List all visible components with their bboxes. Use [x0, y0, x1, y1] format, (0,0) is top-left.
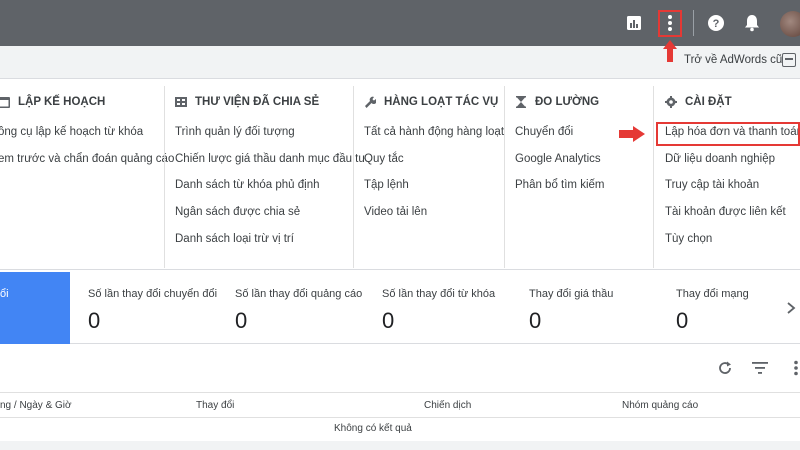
stat-label: Số lần thay đổi chuyển đổi [88, 288, 218, 300]
menu-item[interactable]: Tùy chọn [665, 233, 712, 245]
menu-item[interactable]: Dữ liệu doanh nghiệp [665, 153, 775, 165]
column-header: LẬP KẾ HOẠCH [0, 96, 105, 108]
stat-card-active[interactable]: ổi [0, 272, 70, 344]
stat-value: 0 [382, 308, 395, 333]
stat-value: 0 [529, 308, 542, 333]
highlight-box-more [658, 10, 682, 37]
wrench-icon [365, 96, 376, 108]
help-icon[interactable]: ? [704, 11, 728, 35]
hourglass-icon [516, 96, 526, 108]
menu-item[interactable]: Chuyển đổi [515, 126, 573, 138]
topbar-divider [693, 10, 694, 36]
svg-text:?: ? [713, 18, 720, 30]
highlight-box-billing [656, 122, 800, 146]
red-arrow-right-icon [619, 126, 645, 142]
table-toolbar [0, 345, 800, 391]
menu-item[interactable]: Phân bổ tìm kiếm [515, 179, 604, 191]
stat-label: Thay đổi giá thầu [529, 288, 614, 300]
tools-menu-panel: LẬP KẾ HOẠCH ông cụ lập kế hoạch từ khóa… [0, 80, 800, 270]
column-header: CÀI ĐẶT [665, 96, 732, 108]
column-title: THƯ VIỆN ĐÃ CHIA SẺ [195, 96, 320, 108]
calendar-icon [0, 97, 10, 108]
stat-label: Số lần thay đổi quảng cáo [235, 288, 363, 300]
column-header[interactable]: Nhóm quảng cáo [622, 400, 698, 411]
stat-label: Thay đổi mạng [676, 288, 749, 300]
menu-item[interactable]: em trước và chẩn đoán quảng cáo [0, 153, 174, 165]
page-footer-fill [0, 441, 800, 450]
menu-item[interactable]: Quy tắc [364, 153, 404, 165]
column-header: ĐO LƯỜNG [515, 96, 599, 108]
menu-item[interactable]: Google Analytics [515, 153, 601, 165]
menu-column-bulk-actions: HÀNG LOẠT TÁC VỤ Tất cả hành động hàng l… [364, 80, 504, 270]
more-vert-icon[interactable] [787, 359, 800, 377]
column-divider [653, 86, 654, 268]
secondary-bar: Trở về AdWords cũ [0, 46, 800, 79]
chevron-right-icon[interactable] [786, 302, 796, 314]
menu-item[interactable]: Ngân sách được chia sẻ [175, 206, 300, 218]
empty-state-text: Không có kết quả [334, 423, 412, 434]
column-divider [164, 86, 165, 268]
menu-column-settings: CÀI ĐẶT Lập hóa đơn và thanh toán Dữ liệ… [665, 80, 800, 270]
menu-column-shared-library: THƯ VIỆN ĐÃ CHIA SẺ Trình quản lý đối tư… [175, 80, 366, 270]
column-title: ĐO LƯỜNG [535, 96, 600, 108]
column-header[interactable]: Thay đổi [196, 400, 234, 411]
column-title: HÀNG LOẠT TÁC VỤ [384, 96, 499, 108]
top-bar: ? [0, 0, 800, 46]
change-stats-row: ổi Số lần thay đổi chuyển đổi 0 Số lần t… [0, 272, 800, 344]
menu-item[interactable]: Danh sách từ khóa phủ định [175, 179, 320, 191]
column-header[interactable]: ng / Ngày & Giờ [0, 400, 72, 411]
empty-state-row: Không có kết quả [0, 419, 800, 441]
table-header: ng / Ngày & Giờ Thay đổi Chiến dịch Nhóm… [0, 392, 800, 418]
gear-icon [665, 96, 677, 108]
column-header[interactable]: Chiến dịch [424, 400, 471, 411]
red-arrow-up-icon [663, 40, 677, 62]
menu-column-planning: LẬP KẾ HOẠCH ông cụ lập kế hoạch từ khóa… [0, 80, 174, 270]
column-header: THƯ VIỆN ĐÃ CHIA SẺ [175, 96, 319, 108]
refresh-icon[interactable] [716, 359, 734, 377]
library-icon [175, 97, 187, 107]
stat-value: 0 [88, 308, 101, 333]
menu-item[interactable]: Danh sách loại trừ vị trí [175, 233, 294, 245]
exit-icon[interactable] [782, 53, 796, 67]
old-adwords-link[interactable]: Trở về AdWords cũ [684, 54, 782, 66]
menu-item[interactable]: Tập lệnh [364, 179, 409, 191]
stat-value: 0 [676, 308, 689, 333]
adwords-page: ? Trở về AdWords cũ LẬP KẾ HOẠCH ông cụ … [0, 0, 800, 450]
column-title: LẬP KẾ HOẠCH [18, 96, 106, 108]
column-title: CÀI ĐẶT [685, 96, 732, 108]
column-header: HÀNG LOẠT TÁC VỤ [364, 96, 498, 108]
menu-item[interactable]: Tất cả hành động hàng loạt [364, 126, 504, 138]
filter-icon[interactable] [751, 359, 769, 377]
menu-column-measurement: ĐO LƯỜNG Chuyển đổi Google Analytics Phâ… [515, 80, 645, 270]
menu-item[interactable]: ông cụ lập kế hoạch từ khóa [0, 126, 143, 138]
menu-item[interactable]: Truy cập tài khoản [665, 179, 759, 191]
stat-label: ổi [0, 288, 9, 300]
bell-icon[interactable] [740, 11, 764, 35]
menu-item[interactable]: Chiến lược giá thầu danh mục đầu tư [175, 153, 366, 165]
bar-chart-icon[interactable] [622, 11, 646, 35]
stat-value: 0 [235, 308, 248, 333]
stat-label: Số lần thay đổi từ khóa [382, 288, 496, 300]
column-divider [353, 86, 354, 268]
menu-item[interactable]: Trình quản lý đối tượng [175, 126, 295, 138]
menu-item[interactable]: Video tải lên [364, 206, 427, 218]
menu-item[interactable]: Tài khoản được liên kết [665, 206, 786, 218]
column-divider [504, 86, 505, 268]
avatar[interactable] [780, 11, 800, 37]
